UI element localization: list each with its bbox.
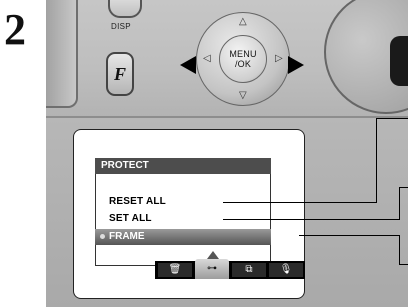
right-arrow-icon [288, 56, 304, 74]
option-frame-label: FRAME [109, 231, 145, 242]
playback-menu-tabs: 🗑 ⊶ ⧉ 🎙 [155, 251, 305, 279]
menu-label: MENU [229, 49, 257, 59]
disp-label: DISP [111, 22, 131, 31]
menu-title: PROTECT [95, 158, 271, 174]
leader-tick-reset-all [376, 118, 408, 119]
option-reset-all[interactable]: RESET ALL [109, 196, 166, 207]
left-arrow-icon [180, 56, 196, 74]
trash-icon[interactable]: 🗑 [158, 263, 192, 277]
leader-vertical-reset-all [376, 118, 377, 203]
four-way-controller[interactable]: △ ▽ ◁ ▷ MENU /OK [196, 12, 290, 106]
step-number: 2 [4, 5, 26, 54]
leader-tick-frame [399, 264, 408, 265]
option-frame[interactable]: FRAME [95, 229, 271, 245]
lcd-monitor-corner [46, 0, 78, 108]
microphone-icon[interactable]: 🎙 [269, 263, 303, 277]
disp-button[interactable] [108, 0, 142, 18]
copy-icon[interactable]: ⧉ [232, 263, 266, 277]
right-triangle-icon: ▷ [275, 53, 283, 64]
leader-vertical-set-all [399, 187, 400, 220]
down-triangle-icon: ▽ [239, 90, 247, 101]
leader-vertical-frame [399, 235, 400, 265]
tab-pointer-icon [207, 251, 219, 259]
option-set-all[interactable]: SET ALL [109, 213, 152, 224]
leader-line-reset-all [223, 202, 376, 203]
selected-bullet-icon [100, 234, 105, 239]
key-icon[interactable]: ⊶ [195, 259, 229, 279]
f-button[interactable]: F [106, 52, 134, 96]
f-button-label: F [113, 63, 126, 84]
ok-label: /OK [234, 59, 252, 69]
up-triangle-icon: △ [239, 16, 247, 27]
leader-line-frame [299, 235, 399, 236]
lens-opening [390, 36, 408, 86]
left-triangle-icon: ◁ [203, 53, 211, 64]
leader-tick-set-all [399, 187, 408, 188]
leader-line-set-all [223, 219, 399, 220]
menu-ok-button[interactable]: MENU /OK [219, 35, 267, 83]
